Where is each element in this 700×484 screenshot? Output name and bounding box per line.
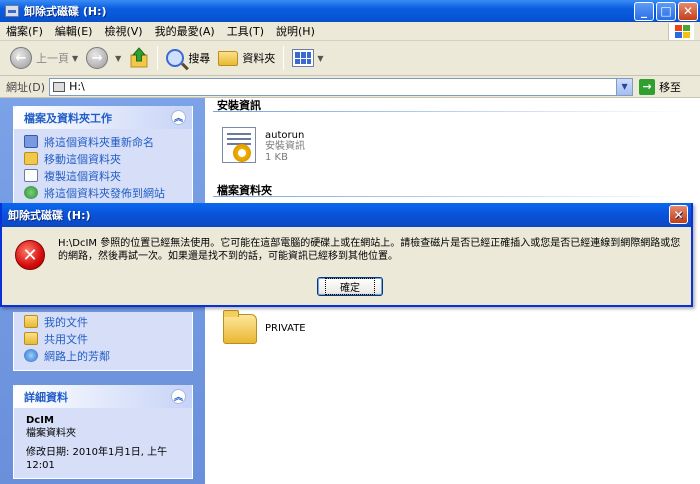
- error-dialog: 卸除式磁碟 (H:) ✕ ✕ H:\DcIM 參照的位置已經無法使用。它可能在這…: [0, 203, 693, 307]
- menu-file[interactable]: 檔案(F): [0, 23, 49, 39]
- drive-icon: [5, 5, 19, 17]
- rename-icon: [24, 135, 38, 148]
- error-icon: ✕: [15, 240, 45, 270]
- task-label: 複製這個資料夾: [44, 169, 121, 183]
- dialog-title-bar: 卸除式磁碟 (H:) ✕: [2, 203, 691, 227]
- search-button[interactable]: 搜尋: [162, 43, 214, 73]
- setup-info-file-icon[interactable]: [222, 127, 256, 163]
- place-label: 我的文件: [44, 315, 88, 329]
- folders-button[interactable]: 資料夾: [214, 43, 279, 73]
- window-title: 卸除式磁碟 (H:): [24, 5, 107, 18]
- go-button[interactable]: → 移至: [639, 78, 682, 95]
- toolbar-separator: [283, 46, 285, 70]
- place-label: 網路上的芳鄰: [44, 349, 110, 363]
- title-bar: 卸除式磁碟 (H:) _ □ ✕: [0, 0, 700, 22]
- menu-favorites[interactable]: 我的最愛(A): [149, 23, 221, 39]
- place-my-documents[interactable]: 我的文件: [14, 313, 192, 330]
- file-name: autorun: [265, 130, 305, 141]
- forward-button[interactable]: → ▼: [82, 43, 125, 73]
- place-network[interactable]: 網路上的芳鄰: [14, 347, 192, 364]
- menu-view[interactable]: 檢視(V): [98, 23, 148, 39]
- task-label: 將這個資料夾發佈到網站: [44, 186, 165, 200]
- other-places-panel: 我的文件 共用文件 網路上的芳鄰: [13, 312, 193, 371]
- my-documents-icon: [24, 315, 38, 328]
- place-shared-documents[interactable]: 共用文件: [14, 330, 192, 347]
- task-publish-folder[interactable]: 將這個資料夾發佈到網站: [14, 184, 192, 201]
- dialog-message: H:\DcIM 參照的位置已經無法使用。它可能在這部電腦的硬碟上或在網站上。請檢…: [58, 238, 681, 262]
- group-divider: [213, 111, 693, 112]
- drive-icon: [53, 81, 66, 92]
- forward-arrow-icon: →: [86, 47, 109, 69]
- task-label: 將這個資料夾重新命名: [44, 135, 154, 149]
- file-tasks-title: 檔案及資料夾工作: [24, 111, 112, 125]
- folders-label: 資料夾: [242, 52, 276, 65]
- dialog-close-button[interactable]: ✕: [669, 205, 688, 224]
- back-label: 上一頁: [36, 52, 69, 65]
- task-copy-folder[interactable]: 複製這個資料夾: [14, 167, 192, 184]
- file-item-autorun[interactable]: autorun 安裝資訊 1 KB: [265, 130, 305, 163]
- copy-icon: [24, 169, 38, 182]
- maximize-button[interactable]: □: [656, 1, 676, 21]
- details-modified-date: 修改日期: 2010年1月1日, 上午 12:01: [26, 447, 168, 471]
- chevron-down-icon: ▼: [317, 53, 324, 63]
- other-places-list: 我的文件 共用文件 網路上的芳鄰: [14, 312, 192, 370]
- dialog-title: 卸除式磁碟 (H:): [8, 209, 91, 222]
- shared-folder-icon: [24, 332, 38, 345]
- address-input[interactable]: H:\ ▼: [49, 77, 634, 96]
- place-label: 共用文件: [44, 332, 88, 346]
- back-arrow-icon: ←: [10, 47, 32, 69]
- back-button[interactable]: ← 上一頁 ▼: [6, 43, 82, 73]
- address-bar: 網址(D) H:\ ▼ → 移至: [0, 76, 700, 98]
- file-tasks-header[interactable]: 檔案及資料夾工作 ︽: [14, 106, 192, 129]
- collapse-icon[interactable]: ︽: [171, 389, 186, 404]
- menu-edit[interactable]: 編輯(E): [49, 23, 99, 39]
- search-icon: [166, 49, 185, 67]
- file-size: 1 KB: [265, 152, 288, 163]
- address-dropdown-button[interactable]: ▼: [616, 78, 633, 95]
- address-label: 網址(D): [6, 80, 46, 94]
- up-button[interactable]: [125, 43, 153, 73]
- collapse-icon[interactable]: ︽: [171, 110, 186, 125]
- details-header[interactable]: 詳細資料 ︽: [14, 385, 192, 408]
- close-button[interactable]: ✕: [678, 1, 698, 21]
- views-button[interactable]: ▼: [288, 43, 327, 73]
- search-label: 搜尋: [188, 52, 211, 65]
- file-tasks-list: 將這個資料夾重新命名 移動這個資料夾 複製這個資料夾 將這個資料夾發佈到網站: [14, 129, 192, 207]
- folder-icon[interactable]: [223, 310, 257, 344]
- go-arrow-icon: →: [639, 78, 656, 95]
- go-label: 移至: [659, 80, 682, 94]
- task-move-folder[interactable]: 移動這個資料夾: [14, 150, 192, 167]
- ok-label: 確定: [325, 278, 375, 295]
- menu-bar: 檔案(F) 編輯(E) 檢視(V) 我的最愛(A) 工具(T) 說明(H): [0, 22, 700, 41]
- folder-up-icon: [130, 47, 148, 68]
- menu-tools[interactable]: 工具(T): [221, 23, 270, 39]
- details-item-name: DcIM: [26, 415, 54, 426]
- network-icon: [24, 349, 38, 362]
- details-body: DcIM 檔案資料夾 修改日期: 2010年1月1日, 上午 12:01: [14, 408, 192, 478]
- toolbar: ← 上一頁 ▼ → ▼ 搜尋 資料夾 ▼: [0, 41, 700, 76]
- details-item-type: 檔案資料夾: [26, 428, 76, 439]
- menu-help[interactable]: 說明(H): [270, 23, 321, 39]
- file-type: 安裝資訊: [265, 141, 305, 152]
- task-label: 移動這個資料夾: [44, 152, 121, 166]
- folder-icon: [218, 50, 239, 66]
- ok-button[interactable]: 確定: [317, 277, 383, 296]
- minimize-button[interactable]: _: [634, 1, 654, 21]
- globe-icon: [24, 186, 38, 199]
- chevron-down-icon: ▼: [72, 53, 79, 63]
- windows-logo-icon: [668, 23, 694, 40]
- address-value: H:\: [69, 80, 85, 93]
- toolbar-separator: [157, 46, 159, 70]
- folder-item-private[interactable]: PRIVATE: [265, 323, 306, 334]
- file-tasks-panel: 檔案及資料夾工作 ︽ 將這個資料夾重新命名 移動這個資料夾 複製這個資料夾 將這…: [13, 106, 193, 208]
- chevron-down-icon: ▼: [115, 53, 122, 63]
- group-divider: [213, 196, 693, 197]
- details-title: 詳細資料: [24, 390, 68, 404]
- details-panel: 詳細資料 ︽ DcIM 檔案資料夾 修改日期: 2010年1月1日, 上午 12…: [13, 385, 193, 479]
- views-icon: [292, 49, 315, 67]
- task-rename-folder[interactable]: 將這個資料夾重新命名: [14, 133, 192, 150]
- move-folder-icon: [24, 152, 38, 165]
